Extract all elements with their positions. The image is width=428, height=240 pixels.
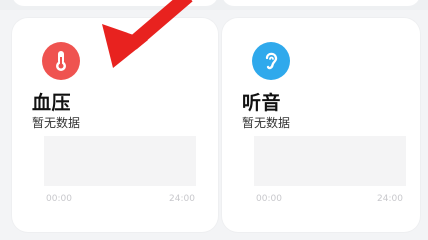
axis-end-label: 24:00 (377, 194, 403, 204)
empty-chart-area (254, 136, 406, 186)
previous-card-right[interactable] (222, 0, 420, 6)
card-subtitle: 暂无数据 (32, 116, 81, 130)
thermometer-icon (42, 42, 80, 80)
hearing-card[interactable]: 听音 暂无数据 00:00 24:00 (222, 18, 420, 232)
axis-start-label: 00:00 (46, 194, 72, 204)
card-title: 听音 (242, 92, 282, 114)
axis-end-label: 24:00 (169, 194, 195, 204)
previous-card-left[interactable] (12, 0, 218, 6)
axis-start-label: 00:00 (256, 194, 282, 204)
blood-pressure-card[interactable]: 血压 暂无数据 00:00 24:00 (12, 18, 218, 232)
card-subtitle: 暂无数据 (242, 116, 291, 130)
card-title: 血压 (32, 92, 72, 114)
empty-chart-area (44, 136, 196, 186)
ear-icon (252, 42, 290, 80)
